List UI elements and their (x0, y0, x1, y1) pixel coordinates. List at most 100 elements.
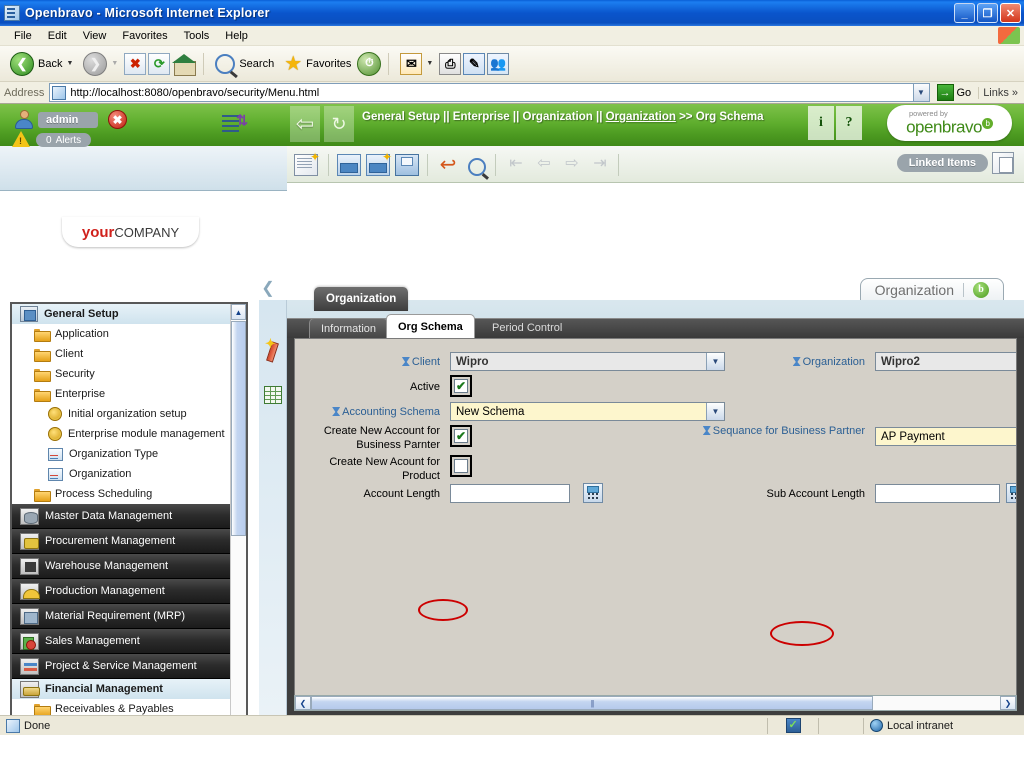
sidebar-item-initial-organization-setup[interactable]: Initial organization setup (12, 404, 233, 424)
accounting-schema-select[interactable]: New Schema ▼ (450, 402, 725, 421)
menu-item-favorites[interactable]: Favorites (114, 28, 175, 44)
grid-icon[interactable] (264, 386, 282, 404)
toolbar-sep-4 (618, 154, 619, 176)
history-icon[interactable]: ⏱ (357, 51, 382, 76)
client-select[interactable]: Wipro ▼ (450, 352, 725, 371)
restore-button[interactable]: ❐ (977, 3, 998, 23)
sidebar-item-enterprise[interactable]: Enterprise (12, 384, 233, 404)
close-button[interactable]: ✕ (1000, 3, 1021, 23)
sidebar-item-sales-management[interactable]: Sales Management (12, 629, 233, 654)
minimize-button[interactable]: _ (954, 3, 975, 23)
calculator-icon[interactable] (583, 483, 603, 503)
go-button[interactable]: → Go (933, 84, 976, 101)
sidebar-item-security[interactable]: Security (12, 364, 233, 384)
forward-button[interactable]: ❯ ▼ (79, 50, 122, 78)
sidebar-scroll-up-button[interactable]: ▲ (231, 304, 246, 320)
sequence-bp-select[interactable]: AP Payment (875, 427, 1016, 446)
sidebar-item-organization-type[interactable]: Organization Type (12, 444, 233, 464)
back-dropdown-icon[interactable]: ▼ (66, 60, 73, 67)
print-icon[interactable]: ⎙ (439, 52, 462, 75)
address-url-text: http://localhost:8080/openbravo/security… (70, 86, 320, 99)
client-label: Client (315, 355, 440, 369)
window-icon (48, 467, 63, 481)
sidebar-item-master-data-management[interactable]: Master Data Management (12, 504, 233, 529)
sidebar-item-procurement-management[interactable]: Procurement Management (12, 529, 233, 554)
mail-button[interactable]: ✉ ▼ (396, 51, 437, 77)
save-icon[interactable] (395, 154, 419, 176)
sidebar-scroll-thumb[interactable] (231, 321, 246, 536)
menu-item-tools[interactable]: Tools (176, 28, 218, 44)
address-input[interactable]: http://localhost:8080/openbravo/security… (49, 83, 930, 102)
linked-items-icon[interactable] (992, 152, 1014, 174)
menu-item-edit[interactable]: Edit (40, 28, 75, 44)
hscroll-left-button[interactable]: ❮ (295, 696, 311, 710)
info-button[interactable]: i (808, 106, 834, 140)
sidebar-collapse-icon[interactable]: ❮ (259, 278, 277, 298)
app-back-button[interactable]: ⇦ (290, 106, 320, 142)
username-chip[interactable]: admin (38, 112, 98, 128)
save-new-icon[interactable]: ✦ (366, 151, 392, 176)
tab-org-schema[interactable]: Org Schema (386, 314, 475, 338)
sidebar-item-project-service-management[interactable]: Project & Service Management (12, 654, 233, 679)
tab-information[interactable]: Information (309, 318, 389, 338)
account-length-input[interactable] (450, 484, 570, 503)
record-tab-organization[interactable]: Organization b (859, 278, 1004, 300)
sidebar-item-client[interactable]: Client (12, 344, 233, 364)
address-bar: Address http://localhost:8080/openbravo/… (0, 82, 1024, 104)
refresh-icon[interactable]: ⟳ (148, 52, 171, 75)
undo-icon[interactable]: ↩ (436, 154, 460, 176)
security-cell[interactable] (768, 717, 818, 735)
sort-menu-icon[interactable]: ⇅ (222, 112, 248, 136)
chevron-down-icon[interactable]: ▼ (706, 403, 724, 420)
sidebar-item-application[interactable]: Application (12, 324, 233, 344)
mail-dropdown-icon[interactable]: ▼ (426, 60, 433, 67)
sidebar-item-material-requirement-mrp[interactable]: Material Requirement (MRP) (12, 604, 233, 629)
organization-input[interactable]: Wipro2 (875, 352, 1016, 371)
menu-item-help[interactable]: Help (217, 28, 256, 44)
stop-icon[interactable]: ✖ (124, 52, 147, 75)
linked-items-control[interactable]: Linked Items (896, 152, 1014, 174)
sidebar-item-warehouse-management[interactable]: Warehouse Management (12, 554, 233, 579)
sequence-bp-label-text: Sequance for Business Partner (712, 425, 865, 437)
sidebar-item-production-management[interactable]: Production Management (12, 579, 233, 604)
zone-cell[interactable]: Local intranet (864, 717, 1024, 735)
home-icon[interactable] (172, 53, 197, 76)
sidebar-item-organization[interactable]: Organization (12, 464, 233, 484)
search-icon[interactable] (465, 154, 489, 176)
hscroll-right-button[interactable]: ❯ (1000, 696, 1016, 710)
menu-item-view[interactable]: View (75, 28, 115, 44)
sidebar-item-financial-management[interactable]: Financial Management (12, 679, 233, 699)
breadcrumb: General Setup || Enterprise || Organizat… (362, 110, 802, 125)
chevron-down-icon[interactable]: ▼ (706, 353, 724, 370)
links-button[interactable]: Links » (978, 86, 1022, 99)
edit-page-icon[interactable]: ✎ (463, 52, 486, 75)
tab-period-control[interactable]: Period Control (481, 318, 573, 338)
hscroll-track[interactable] (873, 696, 1000, 710)
sub-account-length-input[interactable] (875, 484, 1000, 503)
sidebar-item-enterprise-module-management[interactable]: Enterprise module management (12, 424, 233, 444)
pencil-icon[interactable]: ✦ (263, 337, 283, 364)
messenger-icon[interactable]: 👥 (487, 52, 510, 75)
sidebar-scrollbar[interactable]: ▲ ▼ (230, 304, 246, 719)
back-button[interactable]: ❮ Back ▼ (6, 50, 77, 78)
logout-button[interactable]: ✖ (108, 110, 127, 129)
app-refresh-button[interactable]: ↻ (324, 106, 354, 142)
sidebar-item-general-setup[interactable]: General Setup (12, 304, 233, 324)
new-record-icon[interactable]: ✦ (294, 151, 320, 176)
menu-item-file[interactable]: File (6, 28, 40, 44)
breadcrumb-link-organization[interactable]: Organization (606, 111, 676, 123)
parent-tab-organization[interactable]: Organization (314, 287, 409, 311)
create-account-bp-checkbox[interactable]: ✔ (450, 425, 472, 447)
alerts-chip[interactable]: 0 Alerts (36, 133, 92, 147)
new-line-icon[interactable] (337, 154, 361, 176)
active-checkbox[interactable]: ✔ (450, 375, 472, 397)
search-button[interactable]: Search (211, 52, 278, 76)
favorites-button[interactable]: ★ Favorites (280, 52, 355, 76)
hscroll-thumb[interactable]: ||| (311, 696, 873, 710)
create-account-product-checkbox[interactable] (450, 455, 472, 477)
calculator-icon[interactable] (1006, 483, 1016, 503)
address-dropdown-icon[interactable]: ▼ (912, 84, 929, 101)
sidebar-item-process-scheduling[interactable]: Process Scheduling (12, 484, 233, 504)
content-horizontal-scrollbar[interactable]: ❮ ||| ❯ (294, 695, 1017, 711)
help-button[interactable]: ? (836, 106, 862, 140)
